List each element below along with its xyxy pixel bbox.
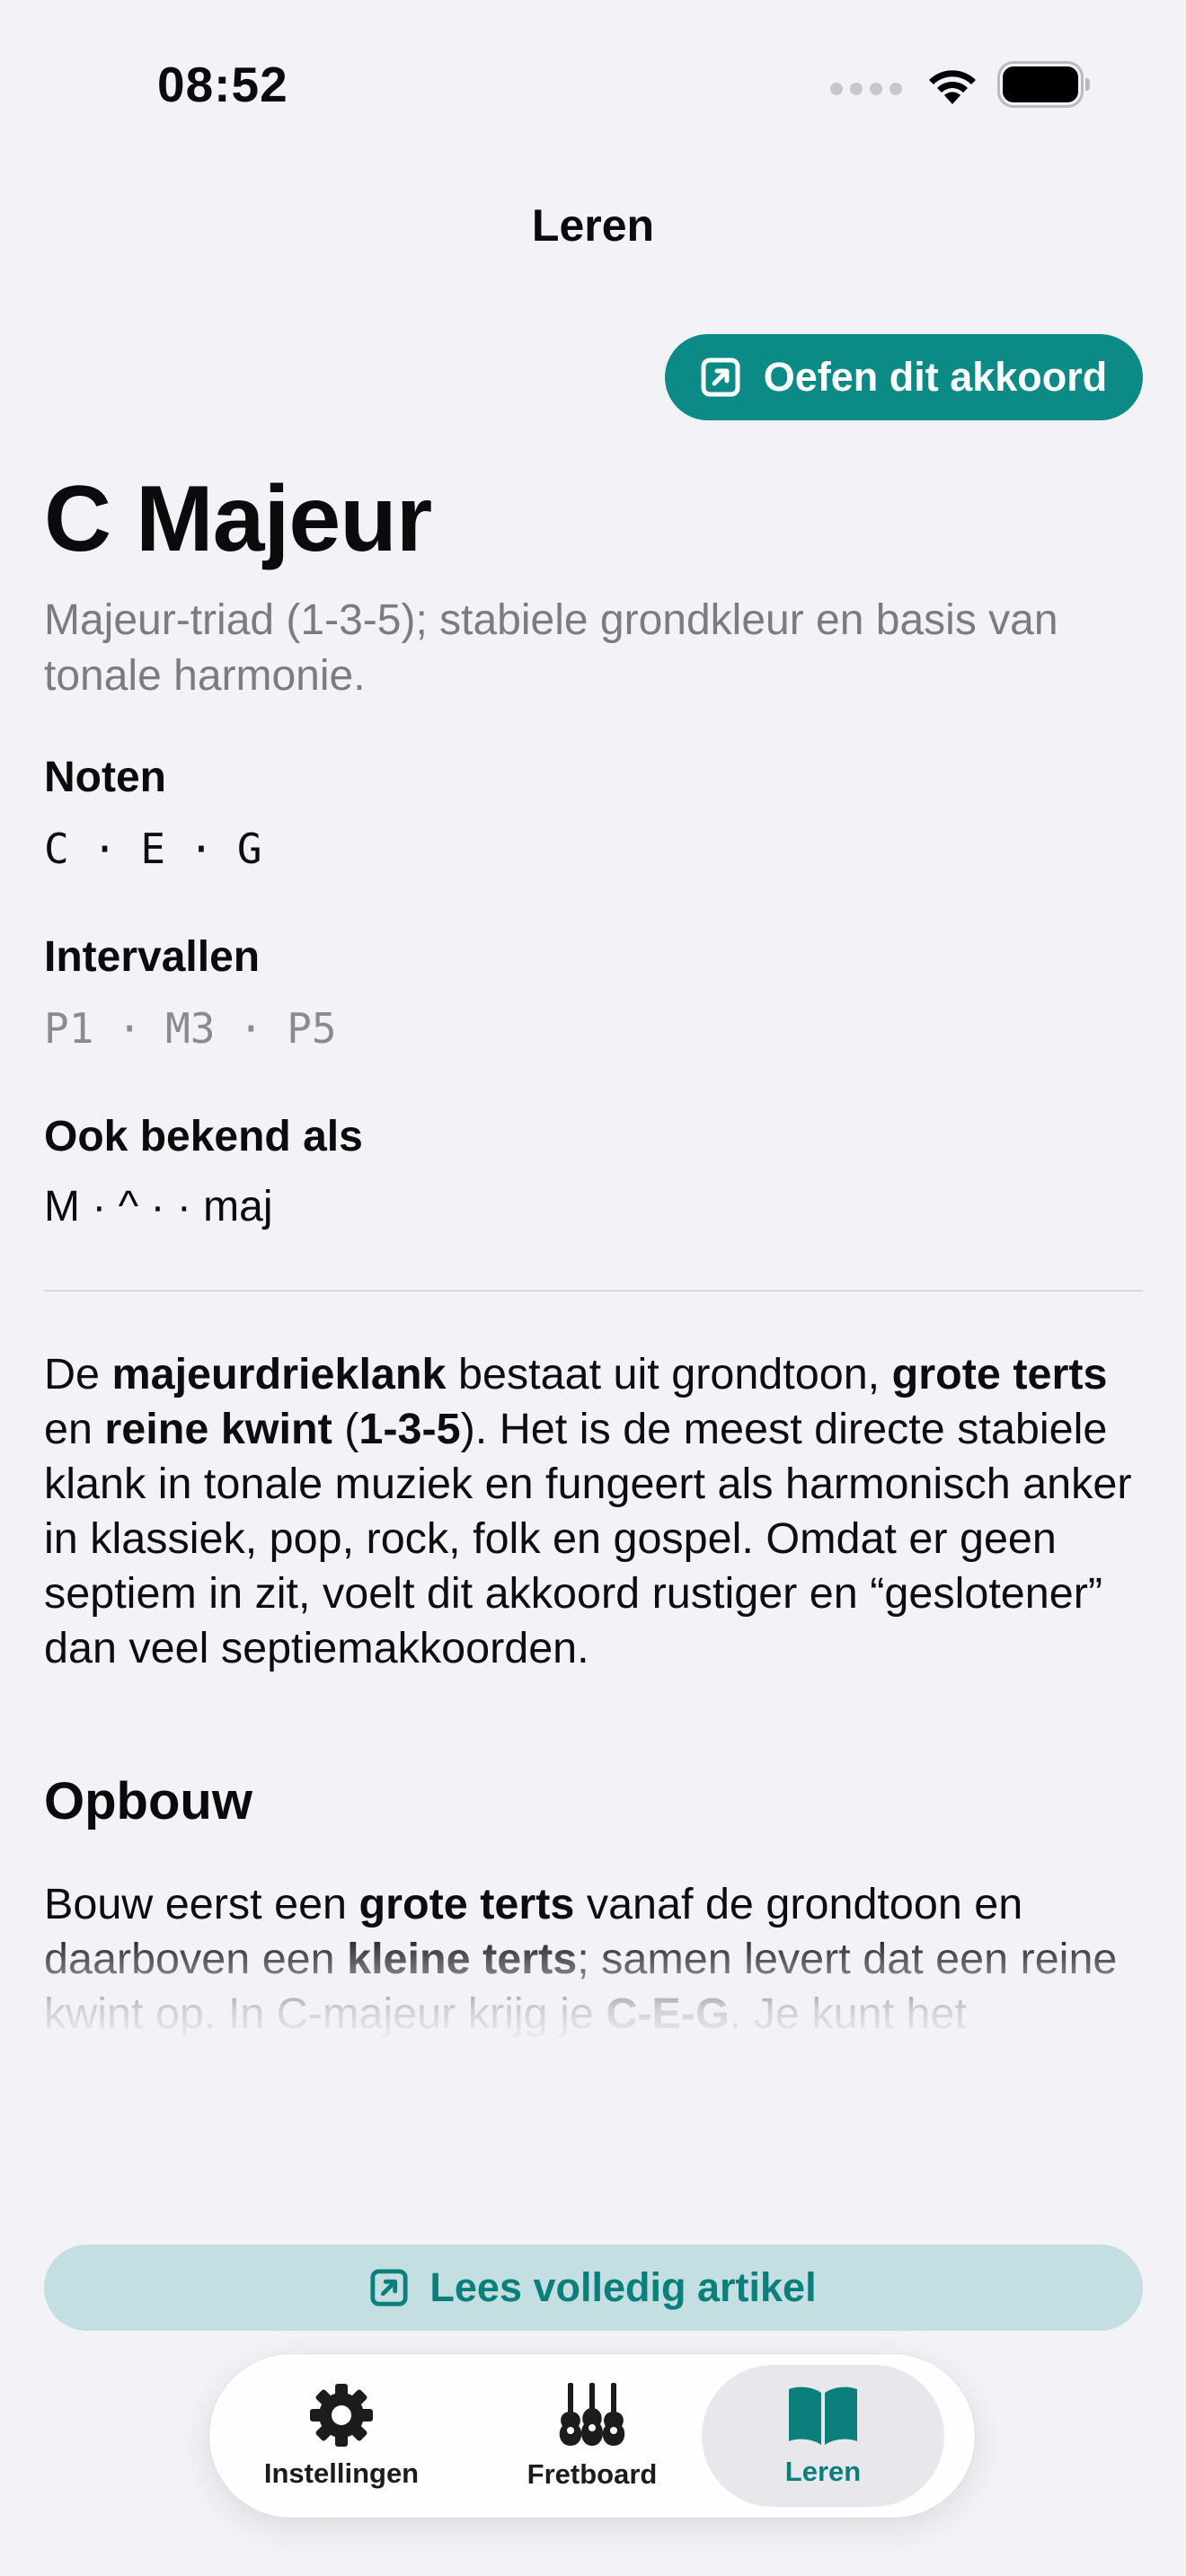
read-full-article-label: Lees volledig artikel (429, 2264, 817, 2310)
section-heading: Opbouw (44, 1772, 252, 1831)
article-intro: De majeurdrieklank bestaat uit grondtoon… (44, 1350, 1132, 1672)
status-time: 08:52 (157, 57, 288, 112)
note: G (236, 825, 262, 873)
gear-icon (310, 2384, 373, 2447)
note: C (44, 825, 69, 873)
wifi-icon (929, 70, 976, 104)
intervals-label: Intervallen (44, 933, 261, 981)
read-full-article-button[interactable]: Lees volledig artikel (44, 2245, 1143, 2331)
notes-list: C · E · G (44, 825, 262, 873)
practice-chord-label: Oefen dit akkoord (763, 354, 1108, 400)
tab-label: Fretboard (527, 2458, 658, 2490)
note: E (140, 825, 166, 873)
tab-instellingen[interactable]: Instellingen (220, 2365, 463, 2507)
tab-leren[interactable]: Leren (702, 2365, 944, 2507)
divider (44, 1290, 1143, 1292)
guitars-icon (559, 2383, 625, 2446)
section-text: Bouw eerst een grote terts vanaf de gron… (44, 1880, 1118, 2038)
page-title: Leren (531, 200, 655, 251)
intervals-list: P1 · M3 · P5 (44, 1004, 337, 1053)
tab-label: Leren (784, 2456, 862, 2487)
interval: P5 (287, 1004, 337, 1053)
open-external-icon (701, 357, 740, 397)
interval: M3 (165, 1004, 216, 1053)
article-scroll-area[interactable]: Bouw eerst een grote terts vanaf de gron… (44, 1877, 1158, 2044)
interval: P1 (44, 1004, 94, 1053)
practice-chord-button[interactable]: Oefen dit akkoord (665, 334, 1143, 420)
chord-title: C Majeur (44, 467, 432, 571)
status-icons (830, 65, 1090, 104)
aliases-value: M · ^ · · maj (44, 1183, 273, 1231)
tab-label: Instellingen (263, 2457, 420, 2489)
battery-icon (1003, 66, 1090, 102)
cellular-signal-icon (830, 83, 902, 95)
aliases-label: Ook bekend als (44, 1113, 363, 1160)
open-external-icon (370, 2269, 408, 2307)
tab-fretboard[interactable]: Fretboard (471, 2365, 713, 2507)
notes-label: Noten (44, 754, 166, 801)
chord-subtitle: Majeur-triad (1-3-5); stabiele grondkleu… (44, 596, 1058, 700)
tab-bar: Instellingen Fretboard Leren (209, 2354, 975, 2518)
book-icon (789, 2386, 857, 2445)
